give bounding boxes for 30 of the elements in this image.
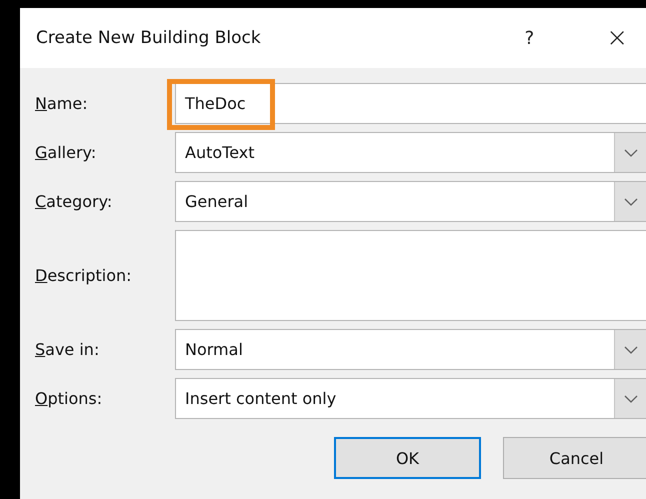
field-label: Gallery: [35, 143, 98, 162]
chevron-down-icon [624, 344, 638, 354]
name-field[interactable]: TheDoc [175, 83, 646, 124]
field-value: AutoText [184, 143, 256, 162]
field-label: Description: [35, 266, 133, 285]
chevron-down-icon [624, 196, 638, 206]
field-label: Options: [35, 389, 104, 408]
cancel-button[interactable]: Cancel [503, 437, 646, 479]
close-button[interactable]: × [606, 23, 628, 53]
field-label: Name: [35, 94, 89, 113]
chevron-down-icon [624, 394, 638, 404]
field-value: Normal [184, 340, 244, 359]
field-label: Save in: [35, 340, 100, 359]
help-button[interactable]: ? [524, 28, 534, 48]
dropdown-button[interactable] [614, 133, 646, 172]
chevron-down-icon [624, 148, 638, 158]
ok-button[interactable]: OK [334, 437, 481, 479]
dropdown-button[interactable] [614, 182, 646, 221]
field-value: General [184, 192, 250, 211]
dropdown-button[interactable] [614, 330, 646, 369]
description-field[interactable] [175, 230, 646, 321]
field-value: TheDoc [184, 94, 246, 113]
dropdown-field[interactable]: General [175, 181, 646, 222]
field-value: Insert content only [184, 389, 338, 408]
dropdown-field[interactable]: Insert content only [175, 378, 646, 419]
field-label: Category: [35, 192, 114, 211]
dropdown-field[interactable]: Normal [175, 329, 646, 370]
dropdown-field[interactable]: AutoText [175, 132, 646, 173]
window-title: Create New Building Block [36, 28, 262, 48]
dropdown-button[interactable] [614, 379, 646, 418]
